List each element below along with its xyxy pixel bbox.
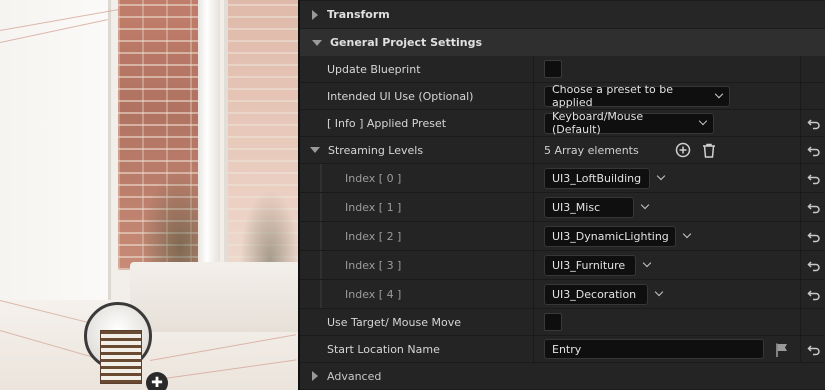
chevron-down-icon[interactable] [636,255,658,276]
level-name-value: UI3_Decoration [552,287,637,301]
level-name-field[interactable]: UI3_Misc [544,196,634,218]
property-label: Start Location Name [300,336,534,362]
reset-arrow-icon[interactable] [807,287,821,301]
reset-column [800,110,825,136]
row-advanced[interactable]: Advanced [300,363,825,390]
reset-arrow-icon[interactable] [807,143,821,157]
level-name-field[interactable]: UI3_LoftBuilding [544,167,650,189]
reset-column [800,309,825,335]
row-streaming-levels: Streaming Levels 5 Array elements [300,137,825,164]
property-label: Intended UI Use (Optional) [300,83,534,109]
streaming-levels-label[interactable]: Streaming Levels [300,137,534,163]
update-blueprint-checkbox[interactable] [544,60,562,78]
level-name-field[interactable]: UI3_Decoration [544,283,648,305]
property-label: Update Blueprint [300,56,534,82]
level-name-field[interactable]: UI3_DynamicLighting [544,225,676,247]
reset-arrow-icon[interactable] [807,258,821,272]
property-label: [ Info ] Applied Preset [300,110,534,136]
array-element-row: Index [ 2 ] UI3_DynamicLighting [300,222,825,251]
chevron-down-icon[interactable] [648,284,670,305]
row-update-blueprint: Update Blueprint [300,56,825,83]
row-use-target-mouse-move: Use Target/ Mouse Move [300,309,825,336]
reset-column [800,56,825,82]
section-general-project-settings[interactable]: General Project Settings [300,29,825,56]
reset-arrow-icon[interactable] [807,171,821,185]
collapse-arrow-icon [312,39,322,46]
row-start-location-name: Start Location Name Entry [300,336,825,363]
level-name-value: UI3_Misc [552,200,601,214]
chevron-down-icon[interactable] [634,197,656,218]
array-element-row: Index [ 0 ] UI3_LoftBuilding [300,164,825,193]
level-viewport[interactable]: ✚ [0,0,298,390]
array-element-row: Index [ 3 ] UI3_Furniture [300,251,825,280]
add-element-icon[interactable] [675,142,691,158]
reset-arrow-icon[interactable] [807,342,821,356]
section-transform[interactable]: Transform [300,1,825,28]
start-location-input[interactable]: Entry [544,339,764,359]
applied-preset-dropdown[interactable]: Keyboard/Mouse (Default) [544,110,714,136]
reset-column [800,251,825,279]
chevron-down-icon [714,89,724,99]
array-count: 5 Array elements [544,143,639,157]
intended-ui-use-dropdown[interactable]: Choose a preset to be applied [544,83,730,109]
level-name-field[interactable]: UI3_Furniture [544,254,636,276]
details-panel: Transform General Project Settings Updat… [298,0,825,390]
reset-arrow-icon[interactable] [807,116,821,130]
row-intended-ui-use: Intended UI Use (Optional) Choose a pres… [300,83,825,110]
array-index-label: Index [ 0 ] [300,164,534,192]
advanced-label: Advanced [327,369,382,383]
chevron-down-icon[interactable] [676,226,698,247]
use-target-checkbox[interactable] [544,313,562,331]
dropdown-value: Choose a preset to be applied [552,83,673,109]
collapse-arrow-icon [310,147,320,153]
array-index-label: Index [ 1 ] [300,193,534,221]
reset-column [800,222,825,250]
reset-column [800,164,825,192]
expand-arrow-icon [312,371,318,381]
reset-column [800,280,825,308]
reset-column [800,193,825,221]
reset-arrow-icon[interactable] [807,229,821,243]
dropdown-value: Keyboard/Mouse (Default) [552,110,644,136]
reset-column [800,137,825,163]
property-label: Streaming Levels [328,143,424,157]
section-title: General Project Settings [330,36,483,49]
property-label: Use Target/ Mouse Move [300,309,534,335]
array-element-row: Index [ 4 ] UI3_Decoration [300,280,825,309]
chevron-down-icon[interactable] [650,168,672,189]
chevron-down-icon [698,116,708,126]
camera-badge-icon: ✚ [146,372,168,390]
array-index-label: Index [ 3 ] [300,251,534,279]
array-element-row: Index [ 1 ] UI3_Misc [300,193,825,222]
trash-icon[interactable] [701,142,717,158]
reset-column [800,83,825,109]
array-index-label: Index [ 2 ] [300,222,534,250]
flag-icon[interactable] [774,342,790,358]
row-applied-preset: [ Info ] Applied Preset Keyboard/Mouse (… [300,110,825,137]
section-title: Transform [327,8,390,21]
level-name-value: UI3_DynamicLighting [552,229,669,243]
expand-arrow-icon [312,9,318,20]
player-start-body [100,330,142,384]
reset-arrow-icon[interactable] [807,200,821,214]
input-value: Entry [552,342,582,356]
reset-column [800,336,825,362]
viewport-sofa [130,262,298,332]
level-name-value: UI3_Furniture [552,258,626,272]
array-index-label: Index [ 4 ] [300,280,534,308]
level-name-value: UI3_LoftBuilding [552,171,642,185]
